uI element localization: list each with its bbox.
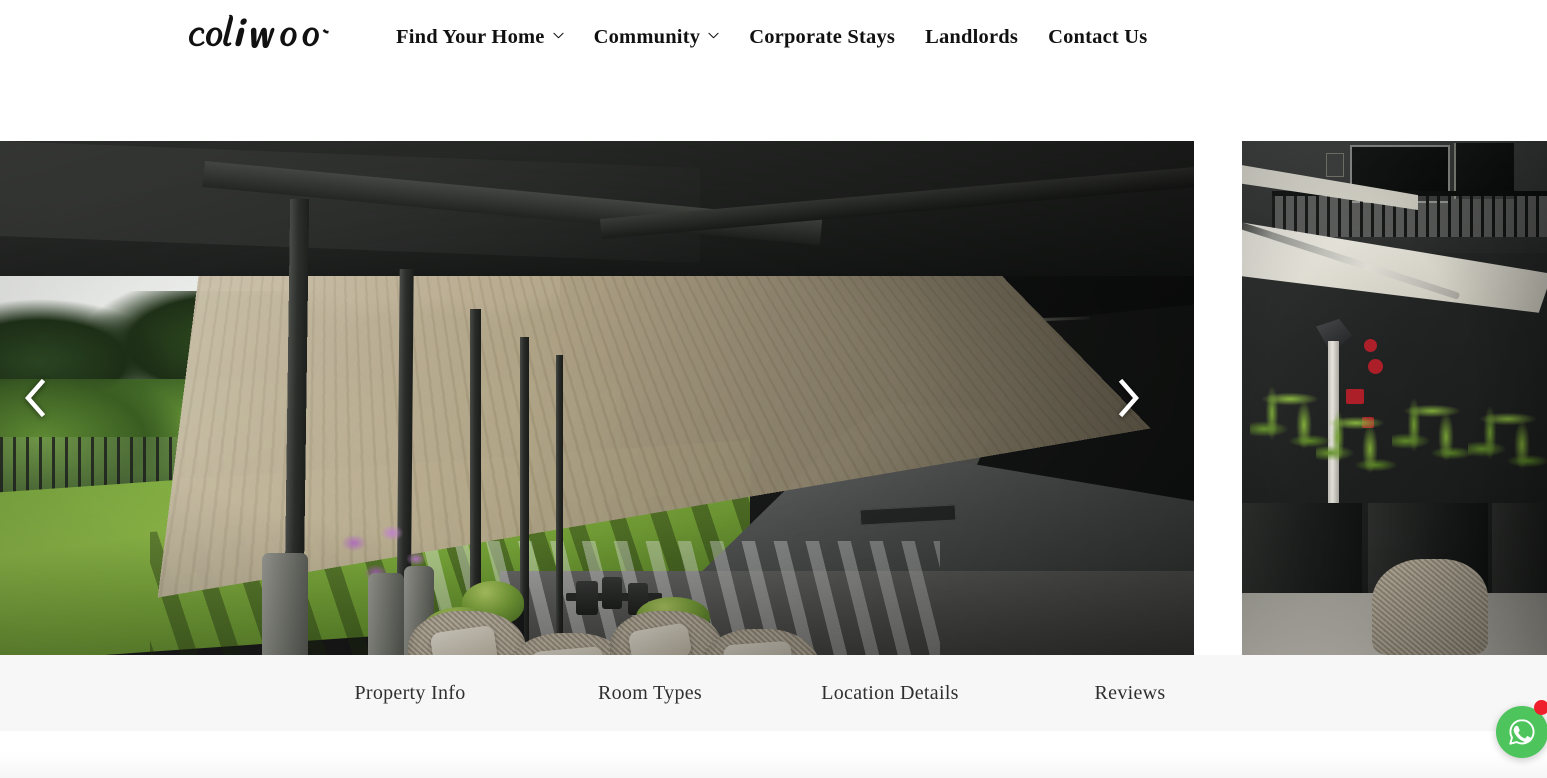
slide-image-rooftop-terrace — [0, 141, 1194, 655]
nav-label: Find Your Home — [396, 26, 545, 48]
property-detail-tabs: Property Info Room Types Location Detail… — [0, 655, 1547, 731]
whatsapp-notification-badge — [1534, 700, 1547, 715]
carousel-next-button[interactable] — [1094, 141, 1164, 655]
nav-item-find-your-home[interactable]: Find Your Home — [396, 22, 564, 52]
tab-label: Reviews — [1094, 681, 1166, 704]
carousel-slide-current[interactable] — [0, 141, 1194, 655]
carousel-prev-button[interactable] — [0, 141, 70, 655]
nav-label: Corporate Stays — [749, 26, 896, 48]
tab-room-types[interactable]: Room Types — [555, 655, 745, 731]
nav-label: Community — [593, 26, 701, 48]
chevron-left-icon — [22, 378, 48, 418]
tab-location-details[interactable]: Location Details — [790, 655, 990, 731]
whatsapp-icon — [1506, 716, 1538, 748]
nav-item-contact-us[interactable]: Contact Us — [1048, 22, 1147, 52]
chevron-down-icon — [708, 30, 719, 41]
nav-item-community[interactable]: Community — [594, 22, 720, 52]
main-navigation: Find Your Home Community Corporate Stays… — [396, 22, 1147, 52]
nav-label: Contact Us — [1048, 26, 1148, 48]
tab-label: Room Types — [597, 681, 702, 704]
tab-label: Location Details — [821, 681, 959, 704]
tab-label: Property Info — [354, 681, 466, 704]
tab-reviews[interactable]: Reviews — [1040, 655, 1220, 731]
nav-item-landlords[interactable]: Landlords — [925, 22, 1018, 52]
page-content-area — [0, 731, 1547, 778]
nav-label: Landlords — [925, 26, 1019, 48]
coliwoo-script-wordmark-icon — [189, 14, 329, 48]
property-image-carousel[interactable] — [0, 141, 1547, 655]
site-header: Find Your Home Community Corporate Stays… — [0, 0, 1547, 141]
nav-item-corporate-stays[interactable]: Corporate Stays — [749, 22, 895, 52]
carousel-slide-next[interactable] — [1242, 141, 1547, 655]
coliwoo-logo[interactable] — [185, 12, 331, 58]
chevron-right-icon — [1116, 378, 1142, 418]
tab-property-info[interactable]: Property Info — [310, 655, 510, 731]
slide-image-umbrella-terrace — [1242, 141, 1547, 655]
chevron-down-icon — [553, 30, 564, 41]
page-root: Find Your Home Community Corporate Stays… — [0, 0, 1547, 778]
